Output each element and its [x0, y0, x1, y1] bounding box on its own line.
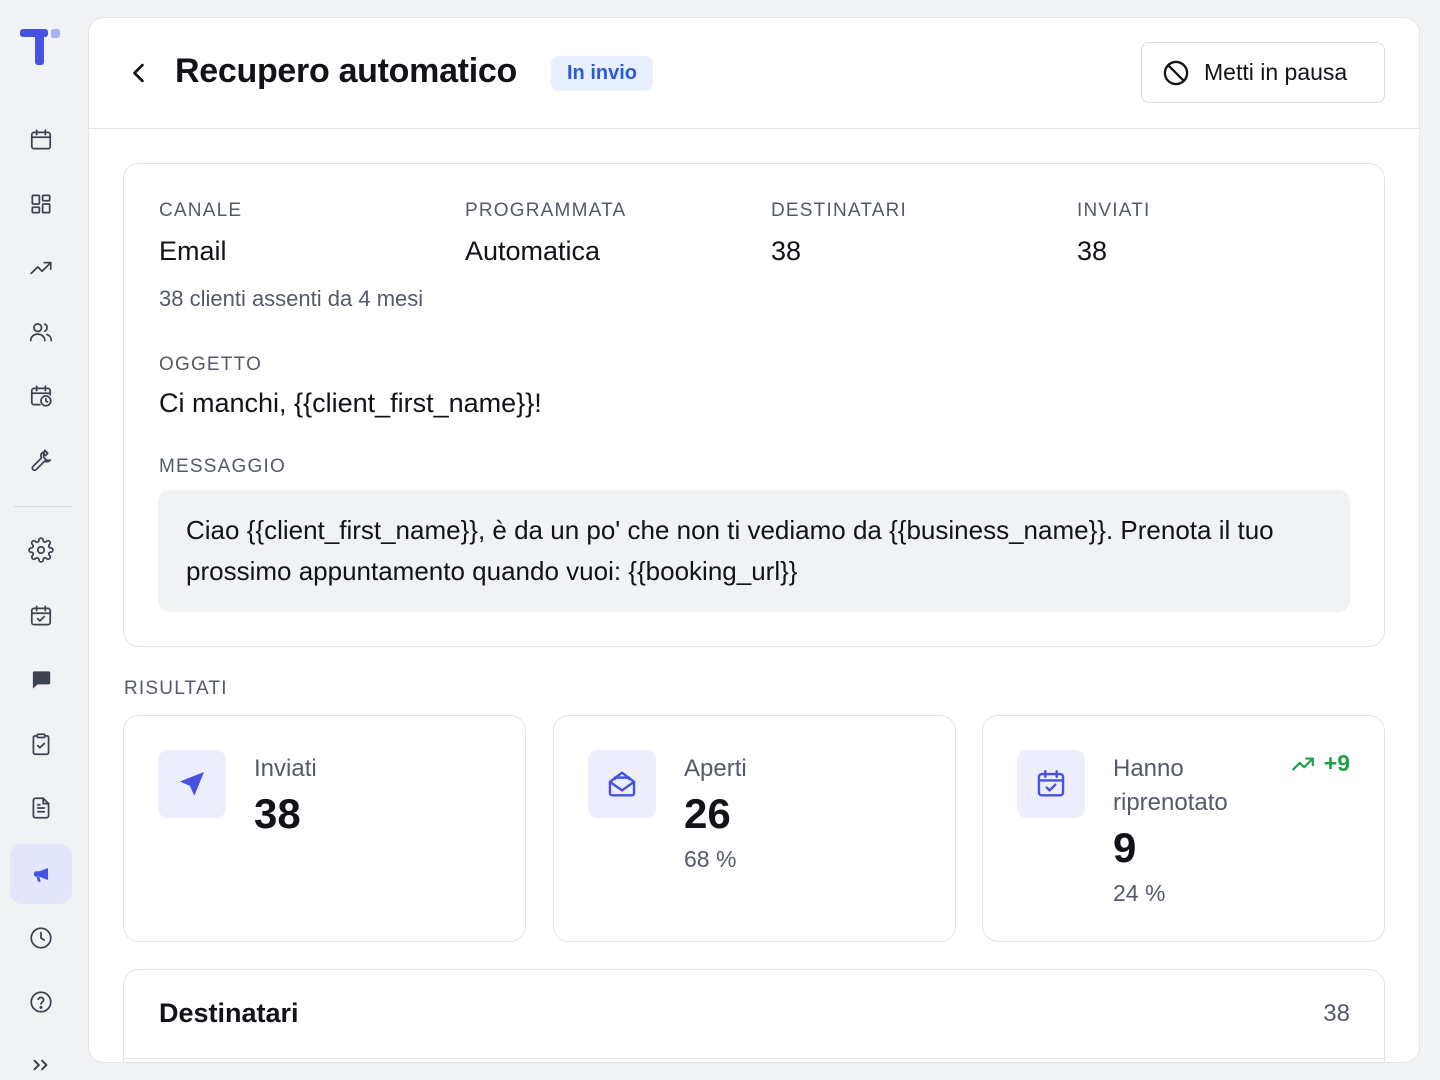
scheduled-value: Automatica — [465, 236, 601, 266]
subject-label: OGGETTO — [159, 354, 263, 375]
clock-icon — [30, 927, 52, 949]
calendar-check-icon — [1037, 770, 1065, 797]
stat-text-sent: Inviati 38 — [254, 752, 317, 840]
stat-label: Aperti — [684, 755, 747, 782]
main-panel: Recupero automatico In invio Metti in pa… — [88, 17, 1420, 1063]
back-chevron-icon[interactable] — [125, 56, 153, 90]
results-label: RISULTATI — [124, 678, 228, 699]
chat-icon — [32, 671, 51, 689]
sent-label: INVIATI — [1077, 200, 1151, 221]
recipients-divider — [124, 1058, 1384, 1059]
sent-value: 38 — [1077, 236, 1108, 266]
audience-note: 38 clienti assenti da 4 mesi — [159, 286, 424, 311]
status-badge: In invio — [551, 56, 653, 91]
trend-value: +9 — [1323, 750, 1350, 776]
pause-button-label: Metti in pausa — [1204, 59, 1348, 85]
sidebar-item-tasks[interactable] — [10, 714, 72, 774]
sidebar-item-documents[interactable] — [10, 778, 72, 838]
help-icon — [30, 991, 52, 1013]
stat-icon-rebooked — [1017, 750, 1085, 818]
recipients-value: 38 — [771, 236, 802, 266]
trend-icon — [30, 261, 52, 275]
sidebar-item-tools[interactable] — [10, 430, 72, 490]
users-icon — [29, 323, 53, 342]
wrench-icon — [31, 449, 52, 472]
stat-value: 38 — [254, 790, 301, 837]
scheduled-label: PROGRAMMATA — [465, 200, 627, 221]
recipients-title: Destinatari — [159, 998, 299, 1028]
page-title: Recupero automatico — [175, 52, 517, 90]
stat-value: 9 — [1113, 824, 1137, 871]
campaign-details-card: CANALE Email PROGRAMMATA Automatica DEST… — [123, 163, 1385, 647]
document-icon — [32, 797, 50, 819]
recipients-field: DESTINATARI 38 — [771, 200, 907, 267]
stat-card-rebooked: Hanno riprenotato 9 24 % +9 — [982, 715, 1385, 942]
app-logo[interactable] — [18, 26, 64, 68]
recipients-count: 38 — [1323, 1000, 1350, 1027]
dashboard-icon — [31, 194, 51, 214]
settings-icon — [28, 537, 54, 563]
sidebar-item-dashboard[interactable] — [10, 174, 72, 234]
envelope-open-icon — [608, 771, 636, 797]
stat-card-opened: Aperti 26 68 % — [553, 715, 956, 942]
message-label: MESSAGGIO — [159, 456, 286, 477]
channel-field: CANALE Email — [159, 200, 242, 267]
stat-label: Inviati — [254, 755, 317, 782]
megaphone-icon — [33, 868, 49, 882]
pause-button[interactable]: Metti in pausa — [1141, 42, 1385, 103]
channel-value: Email — [159, 236, 227, 266]
message-body: Ciao {{client_first_name}}, è da un po' … — [158, 490, 1350, 612]
expand-sidebar-icon[interactable] — [28, 1052, 54, 1078]
page-header: Recupero automatico In invio Metti in pa… — [89, 18, 1419, 129]
stat-percentage: 68 % — [684, 846, 737, 872]
recipients-label: DESTINATARI — [771, 200, 908, 221]
clipboard-check-icon — [32, 733, 50, 756]
calendar-icon — [30, 129, 52, 150]
trend-up-icon — [1291, 757, 1314, 770]
sidebar-item-messages[interactable] — [10, 650, 72, 710]
stat-icon-sent — [158, 750, 226, 818]
sidebar-item-appointments[interactable] — [10, 586, 72, 646]
sidebar-item-help[interactable] — [10, 972, 72, 1032]
stat-card-sent: Inviati 38 — [123, 715, 526, 942]
stat-icon-opened — [588, 750, 656, 818]
stat-value: 26 — [684, 790, 731, 837]
scheduled-field: PROGRAMMATA Automatica — [465, 200, 626, 267]
trend-badge: +9 — [1290, 750, 1350, 777]
sidebar-item-campaigns[interactable] — [10, 844, 72, 904]
stat-percentage: 24 % — [1113, 880, 1166, 906]
stat-label: Hanno riprenotato — [1113, 755, 1228, 816]
sidebar-divider — [14, 506, 72, 507]
sidebar-item-settings[interactable] — [10, 520, 72, 580]
send-icon — [179, 771, 205, 796]
calendar-check-icon — [30, 605, 52, 626]
sidebar-item-calendar[interactable] — [10, 110, 72, 170]
sidebar — [0, 0, 82, 1080]
calendar-clock-icon — [30, 385, 52, 407]
sidebar-item-stats[interactable] — [10, 238, 72, 298]
sidebar-item-clients[interactable] — [10, 302, 72, 362]
sidebar-item-history[interactable] — [10, 908, 72, 968]
channel-label: CANALE — [159, 200, 243, 221]
subject-value: Ci manchi, {{client_first_name}}! — [159, 388, 542, 418]
sidebar-item-schedule[interactable] — [10, 366, 72, 426]
ban-icon — [1163, 60, 1189, 85]
stat-text-rebooked: Hanno riprenotato 9 24 % — [1113, 752, 1263, 907]
stat-text-opened: Aperti 26 68 % — [684, 752, 747, 873]
sent-field: INVIATI 38 — [1077, 200, 1151, 267]
recipients-section: Destinatari 38 — [123, 969, 1385, 1062]
